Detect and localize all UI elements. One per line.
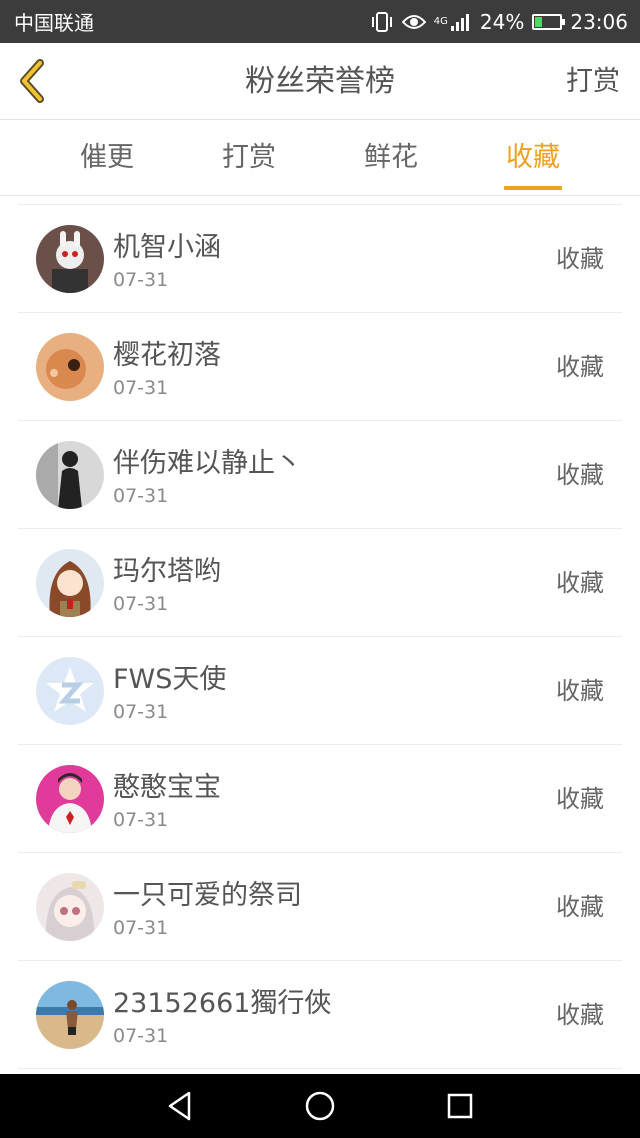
avatar: [36, 873, 104, 941]
home-circle-icon: [305, 1091, 335, 1121]
page-title: 粉丝荣誉榜: [245, 64, 395, 99]
list-item[interactable]: 伴伤难以静止丶 07-31 收藏: [18, 421, 622, 529]
avatar: [36, 225, 104, 293]
avatar: [36, 657, 104, 725]
battery-fill: [535, 16, 542, 27]
fan-name: FWS天使: [113, 664, 227, 695]
list-item[interactable]: 樱花初落 07-31 收藏: [18, 313, 622, 421]
carrier-label: 中国联通: [14, 11, 94, 35]
avatar: [36, 765, 104, 833]
fan-action: 收藏: [556, 893, 604, 921]
status-bar: 中国联通 4G 24% 23:06: [0, 0, 640, 43]
app-header: 粉丝荣誉榜 打赏: [0, 43, 640, 120]
list-item[interactable]: FWS天使 07-31 收藏: [18, 637, 622, 745]
fan-action: 收藏: [556, 353, 604, 381]
tab-bar: 催更 打赏 鲜花 收藏: [0, 120, 640, 196]
nav-back-button[interactable]: [160, 1086, 200, 1126]
list-item[interactable]: 玛尔塔哟 07-31 收藏: [18, 529, 622, 637]
fan-date: 07-31: [113, 269, 169, 291]
tab-urge[interactable]: 催更: [36, 120, 178, 195]
fan-name: 机智小涵: [113, 232, 221, 263]
avatar: [36, 441, 104, 509]
fan-name: 一只可爱的祭司: [113, 880, 302, 911]
fan-action: 收藏: [556, 677, 604, 705]
fan-name: 伴伤难以静止丶: [113, 448, 302, 479]
fan-date: 07-31: [113, 485, 169, 507]
fan-date: 07-31: [113, 701, 169, 723]
reward-button[interactable]: 打赏: [566, 43, 620, 120]
status-icons: 4G 24% 23:06: [370, 10, 628, 34]
list-item[interactable]: 一只可爱的祭司 07-31 收藏: [18, 853, 622, 961]
battery-icon: [532, 13, 566, 30]
nav-home-button[interactable]: [300, 1086, 340, 1126]
vibrate-icon: [370, 11, 394, 33]
fan-action: 收藏: [556, 245, 604, 273]
tab-reward[interactable]: 打赏: [178, 120, 320, 195]
fan-date: 07-31: [113, 593, 169, 615]
clock: 23:06: [570, 9, 628, 34]
eye-icon: [401, 13, 426, 31]
avatar: [36, 333, 104, 401]
tab-favorites[interactable]: 收藏: [462, 120, 604, 195]
fan-date: 07-31: [113, 1025, 169, 1047]
fan-action: 收藏: [556, 461, 604, 489]
tab-flowers[interactable]: 鲜花: [320, 120, 462, 195]
fan-date: 07-31: [113, 809, 169, 831]
nav-recents-button[interactable]: [440, 1086, 480, 1126]
fan-name: 玛尔塔哟: [113, 556, 221, 587]
fan-name: 23152661獨行俠: [113, 988, 332, 1019]
avatar: [36, 981, 104, 1049]
fan-list: 机智小涵 07-31 收藏 樱花初落 07-31 收藏 伴伤难以静止丶 07-3…: [18, 204, 622, 1069]
fan-name: 樱花初落: [113, 340, 221, 371]
list-item[interactable]: 憨憨宝宝 07-31 收藏: [18, 745, 622, 853]
fan-action: 收藏: [556, 569, 604, 597]
battery-percent: 24%: [479, 9, 525, 34]
recents-square-icon: [447, 1093, 473, 1119]
fan-action: 收藏: [556, 785, 604, 813]
back-triangle-icon: [168, 1091, 191, 1121]
signal-icon: 4G: [434, 13, 472, 31]
network-label: 4G: [433, 15, 448, 27]
list-item[interactable]: 机智小涵 07-31 收藏: [18, 205, 622, 313]
system-nav-bar: [0, 1074, 640, 1138]
list-item[interactable]: 23152661獨行俠 07-31 收藏: [18, 961, 622, 1069]
fan-name: 憨憨宝宝: [113, 772, 221, 803]
fan-date: 07-31: [113, 917, 169, 939]
fan-date: 07-31: [113, 377, 169, 399]
fan-action: 收藏: [556, 1001, 604, 1029]
avatar: [36, 549, 104, 617]
